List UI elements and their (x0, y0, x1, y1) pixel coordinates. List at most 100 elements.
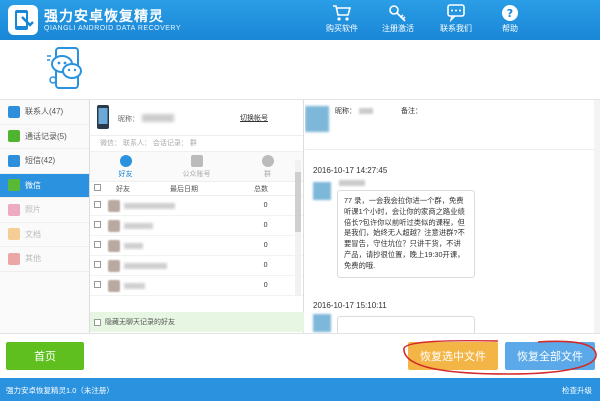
sidebar-item-label: 照片 (25, 205, 41, 215)
buy-label: 购买软件 (326, 24, 358, 33)
chat-header: 昵称： 备注： (305, 100, 600, 150)
hide-empty-friends[interactable]: 隐藏无聊天记录的好友 (90, 312, 304, 332)
group-icon (261, 155, 274, 167)
check-update-link[interactable]: 检查升级 (562, 385, 592, 396)
chat-scrollbar[interactable] (594, 100, 600, 333)
app-title: 强力安卓恢复精灵 (44, 8, 164, 24)
tab-label: 公众账号 (182, 171, 211, 178)
sidebar-item-documents[interactable]: 文档 (0, 223, 89, 247)
chat-note: 备注： (401, 106, 422, 116)
sidebar-item-label: 微信 (25, 180, 41, 190)
hide-empty-label: 隐藏无聊天记录的好友 (105, 319, 175, 326)
avatar (107, 259, 120, 272)
switch-account-link[interactable]: 切换帐号 (240, 113, 268, 123)
scrollbar-thumb[interactable] (295, 172, 301, 232)
sidebar-item-other[interactable]: 其他 (0, 247, 89, 272)
account-profile: 昵称： 切换帐号 (90, 100, 303, 136)
select-all-checkbox[interactable] (94, 184, 101, 191)
register-button[interactable]: 注册激活 (374, 3, 422, 37)
tab-friends[interactable]: 好友 (90, 152, 161, 181)
table-row[interactable]: 0 (90, 276, 303, 296)
tab-label: 群 (264, 171, 271, 178)
message-bubble (337, 316, 475, 333)
hide-empty-checkbox[interactable] (94, 318, 101, 326)
message-timestamp: 2016-10-17 14:27:45 (313, 166, 388, 175)
banner (0, 40, 600, 100)
chat-note-label: 备注： (401, 108, 422, 115)
sidebar-item-label: 其他 (25, 254, 41, 264)
home-button[interactable]: 首页 (6, 342, 84, 370)
photo-icon (8, 203, 20, 216)
contact-label: 联系我们 (440, 24, 472, 33)
person-icon (119, 155, 132, 167)
sender-name (339, 180, 365, 186)
tab-official-accounts[interactable]: 公众账号 (161, 152, 232, 181)
friend-list-scrollbar[interactable] (295, 160, 301, 296)
contact-button[interactable]: 联系我们 (432, 3, 480, 37)
row-checkbox[interactable] (94, 281, 101, 288)
row-checkbox[interactable] (94, 221, 101, 228)
nickname-label: 昵称： (118, 116, 139, 123)
sidebar-item-label: 通话记录(5) (25, 131, 67, 141)
sidebar-item-label: 文档 (25, 229, 41, 239)
sidebar-item-calls[interactable]: 通话记录(5) (0, 125, 89, 149)
sidebar-item-label: 短信(42) (25, 156, 56, 166)
chat-nickname-label: 昵称： (335, 108, 356, 115)
sidebar-item-contacts[interactable]: 联系人(47) (0, 100, 89, 125)
chat-bubble-icon (447, 4, 465, 22)
phone-device-icon (97, 105, 109, 129)
sidebar-item-photos[interactable]: 照片 (0, 198, 89, 223)
help-icon: ? (502, 5, 518, 21)
row-checkbox[interactable] (94, 241, 101, 248)
chat-panel: 昵称： 备注： 2016-10-17 14:27:45 77 录，一会我会拉你进… (305, 100, 600, 333)
column-last-date: 最后日期 (170, 185, 198, 193)
sidebar: 联系人(47) 通话记录(5) 短信(42) 微信 照片 文档 其他 (0, 100, 90, 333)
table-header: 好友 最后日期 总数 (90, 182, 303, 196)
document-icon (8, 228, 20, 241)
table-row[interactable]: 0 (90, 216, 303, 236)
column-total: 总数 (254, 185, 268, 193)
tab-label: 好友 (118, 171, 133, 178)
help-button[interactable]: ? 帮助 (486, 3, 534, 37)
nickname-value (142, 114, 174, 122)
contact-tabs: 好友 公众账号 群 (90, 152, 303, 182)
friend-name (123, 262, 167, 269)
row-checkbox[interactable] (94, 261, 101, 268)
friend-name (123, 202, 175, 209)
wechat-icon (8, 179, 20, 192)
avatar (313, 182, 331, 200)
avatar (305, 106, 329, 132)
contacts-icon (8, 105, 20, 118)
table-row[interactable]: 0 (90, 196, 303, 216)
sidebar-item-sms[interactable]: 短信(42) (0, 149, 89, 174)
app-subtitle: QIANGLI ANDROID DATA RECOVERY (44, 25, 182, 32)
recover-all-button[interactable]: 恢复全部文件 (505, 342, 595, 370)
wechat-recovery-icon (47, 47, 82, 89)
avatar (107, 239, 120, 252)
row-checkbox[interactable] (94, 201, 101, 208)
app-logo-icon (8, 5, 38, 35)
grid-icon (8, 252, 20, 265)
official-account-icon (190, 155, 203, 167)
avatar (107, 219, 120, 232)
friend-list: 0 0 0 0 0 (90, 196, 303, 296)
message-timestamp: 2016-10-17 15:10:11 (313, 301, 387, 310)
sidebar-item-label: 联系人(47) (25, 107, 64, 117)
sms-icon (8, 154, 20, 167)
phone-icon (8, 130, 20, 143)
table-row[interactable]: 0 (90, 256, 303, 276)
avatar (313, 314, 331, 332)
title-bar: 强力安卓恢复精灵 QIANGLI ANDROID DATA RECOVERY 购… (0, 0, 600, 40)
status-bar: 强力安卓恢复精灵1.0（未注册） 检查升级 (0, 378, 600, 401)
recover-selected-button[interactable]: 恢复选中文件 (408, 342, 498, 370)
friend-name (123, 282, 146, 289)
action-bar: 首页 恢复选中文件 恢复全部文件 (0, 333, 600, 378)
tab-groups[interactable]: 群 (232, 152, 303, 181)
sidebar-item-wechat[interactable]: 微信 (0, 173, 89, 198)
message-bubble: 77 录，一会我会拉你进一个群，免费听课1个小时，会让你的家商之路业绩倍长?包许… (337, 190, 475, 278)
buy-button[interactable]: 购买软件 (318, 3, 366, 37)
column-friend: 好友 (116, 185, 130, 193)
table-row[interactable]: 0 (90, 236, 303, 256)
avatar (107, 279, 120, 292)
cart-icon (333, 5, 352, 21)
